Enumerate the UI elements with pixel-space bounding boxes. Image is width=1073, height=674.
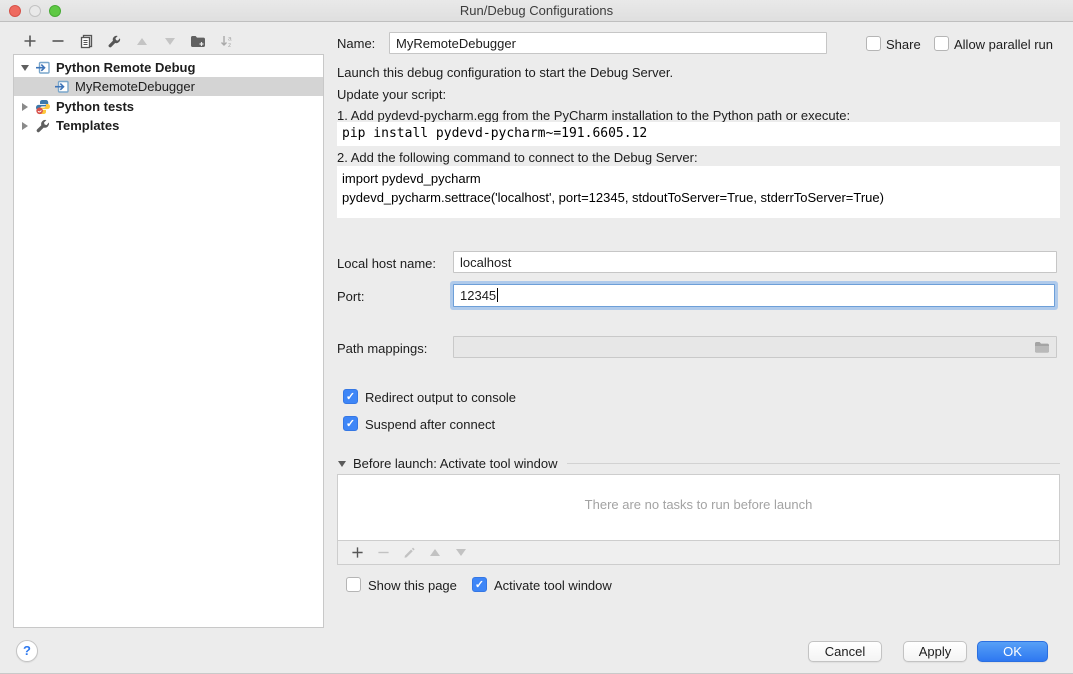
text-caret bbox=[497, 288, 498, 302]
port-label: Port: bbox=[337, 289, 364, 304]
plus-icon bbox=[351, 546, 364, 559]
chevron-right-icon[interactable] bbox=[19, 103, 31, 111]
remove-configuration-button[interactable] bbox=[44, 30, 72, 52]
description-line-1: Launch this debug configuration to start… bbox=[337, 65, 673, 80]
down-arrow-icon bbox=[165, 38, 175, 45]
python-icon bbox=[35, 99, 51, 115]
redirect-output-label: Redirect output to console bbox=[365, 390, 516, 405]
cancel-button[interactable]: Cancel bbox=[808, 641, 882, 662]
port-value: 12345 bbox=[460, 288, 496, 303]
path-mappings-input[interactable] bbox=[453, 336, 1057, 358]
tasks-empty-text: There are no tasks to run before launch bbox=[585, 497, 813, 540]
tree-item-label: Python Remote Debug bbox=[56, 60, 195, 75]
title-bar: Run/Debug Configurations bbox=[0, 0, 1073, 22]
configurations-tree: Python Remote Debug MyRemoteDebugger Pyt… bbox=[13, 54, 324, 628]
zoom-button[interactable] bbox=[49, 5, 61, 17]
new-folder-icon bbox=[190, 34, 206, 48]
show-this-page-label: Show this page bbox=[368, 578, 457, 593]
help-button[interactable]: ? bbox=[16, 640, 38, 662]
share-checkbox[interactable] bbox=[866, 36, 881, 51]
step-1-text: 1. Add pydevd-pycharm.egg from the PyCha… bbox=[337, 108, 850, 123]
move-down-button bbox=[156, 30, 184, 52]
ok-button[interactable]: OK bbox=[977, 641, 1048, 662]
share-label: Share bbox=[886, 37, 921, 52]
description-line-2: Update your script: bbox=[337, 87, 446, 102]
edit-task-button bbox=[396, 543, 422, 563]
edit-templates-button[interactable] bbox=[100, 30, 128, 52]
suspend-after-connect-checkbox[interactable]: ✓ bbox=[343, 416, 358, 431]
copy-icon bbox=[79, 34, 94, 49]
plus-icon bbox=[23, 34, 37, 48]
wrench-icon bbox=[35, 118, 51, 134]
minimize-button bbox=[29, 5, 41, 17]
tree-item-label: MyRemoteDebugger bbox=[75, 79, 195, 94]
pencil-icon bbox=[403, 546, 416, 559]
show-this-page-checkbox[interactable] bbox=[346, 577, 361, 592]
move-task-down-button bbox=[448, 543, 474, 563]
up-arrow-icon bbox=[137, 38, 147, 45]
local-host-name-input[interactable] bbox=[453, 251, 1057, 273]
wrench-icon bbox=[107, 34, 122, 49]
path-mappings-label: Path mappings: bbox=[337, 341, 427, 356]
code-line-2: pydevd_pycharm.settrace('localhost', por… bbox=[342, 190, 884, 205]
pip-install-code-block: pip install pydevd-pycharm~=191.6605.12 bbox=[337, 122, 1060, 146]
new-folder-button[interactable] bbox=[184, 30, 212, 52]
activate-tool-window-checkbox[interactable]: ✓ bbox=[472, 577, 487, 592]
minus-icon bbox=[377, 546, 390, 559]
svg-text:z: z bbox=[228, 42, 231, 49]
close-button[interactable] bbox=[9, 5, 21, 17]
port-input[interactable]: 12345 bbox=[453, 284, 1055, 307]
remove-task-button bbox=[370, 543, 396, 563]
remote-debug-icon bbox=[35, 60, 51, 76]
redirect-output-checkbox[interactable]: ✓ bbox=[343, 389, 358, 404]
before-launch-header: Before launch: Activate tool window bbox=[338, 456, 1060, 471]
before-launch-label: Before launch: Activate tool window bbox=[353, 456, 558, 471]
step-2-text: 2. Add the following command to connect … bbox=[337, 150, 698, 165]
move-task-up-button bbox=[422, 543, 448, 563]
code-line-1: import pydevd_pycharm bbox=[342, 171, 481, 186]
local-host-name-label: Local host name: bbox=[337, 256, 436, 271]
sidebar-toolbar: a z bbox=[16, 30, 240, 52]
tree-item-label: Templates bbox=[56, 118, 119, 133]
settrace-code-block: import pydevd_pycharm pydevd_pycharm.sett… bbox=[337, 166, 1060, 218]
apply-button[interactable]: Apply bbox=[903, 641, 967, 662]
copy-configuration-button[interactable] bbox=[72, 30, 100, 52]
sort-configurations-button: a z bbox=[212, 30, 240, 52]
collapse-arrow-icon[interactable] bbox=[338, 461, 346, 467]
add-task-button[interactable] bbox=[344, 543, 370, 563]
up-arrow-icon bbox=[430, 549, 440, 556]
name-label: Name: bbox=[337, 36, 375, 51]
allow-parallel-run-checkbox[interactable] bbox=[934, 36, 949, 51]
move-up-button bbox=[128, 30, 156, 52]
remote-debug-icon bbox=[54, 79, 70, 95]
activate-tool-window-label: Activate tool window bbox=[494, 578, 612, 593]
suspend-after-connect-label: Suspend after connect bbox=[365, 417, 495, 432]
tree-item-label: Python tests bbox=[56, 99, 134, 114]
chevron-down-icon[interactable] bbox=[19, 65, 31, 71]
down-arrow-icon bbox=[456, 549, 466, 556]
header-rule bbox=[567, 463, 1060, 464]
folder-icon[interactable] bbox=[1034, 341, 1050, 354]
sort-alpha-icon: a z bbox=[219, 34, 234, 49]
add-configuration-button[interactable] bbox=[16, 30, 44, 52]
window-title: Run/Debug Configurations bbox=[0, 0, 1073, 21]
tasks-toolbar bbox=[337, 540, 1060, 565]
allow-parallel-run-label: Allow parallel run bbox=[954, 37, 1053, 52]
minus-icon bbox=[51, 34, 65, 48]
tree-item-python-remote-debug[interactable]: Python Remote Debug bbox=[14, 58, 323, 77]
tasks-list[interactable]: There are no tasks to run before launch bbox=[337, 474, 1060, 541]
run-debug-configurations-dialog: Run/Debug Configurations bbox=[0, 0, 1073, 674]
tree-item-templates[interactable]: Templates bbox=[14, 116, 323, 135]
chevron-right-icon[interactable] bbox=[19, 122, 31, 130]
name-input[interactable] bbox=[389, 32, 827, 54]
tree-item-python-tests[interactable]: Python tests bbox=[14, 97, 323, 116]
tree-item-myremotedebugger[interactable]: MyRemoteDebugger bbox=[14, 77, 323, 96]
